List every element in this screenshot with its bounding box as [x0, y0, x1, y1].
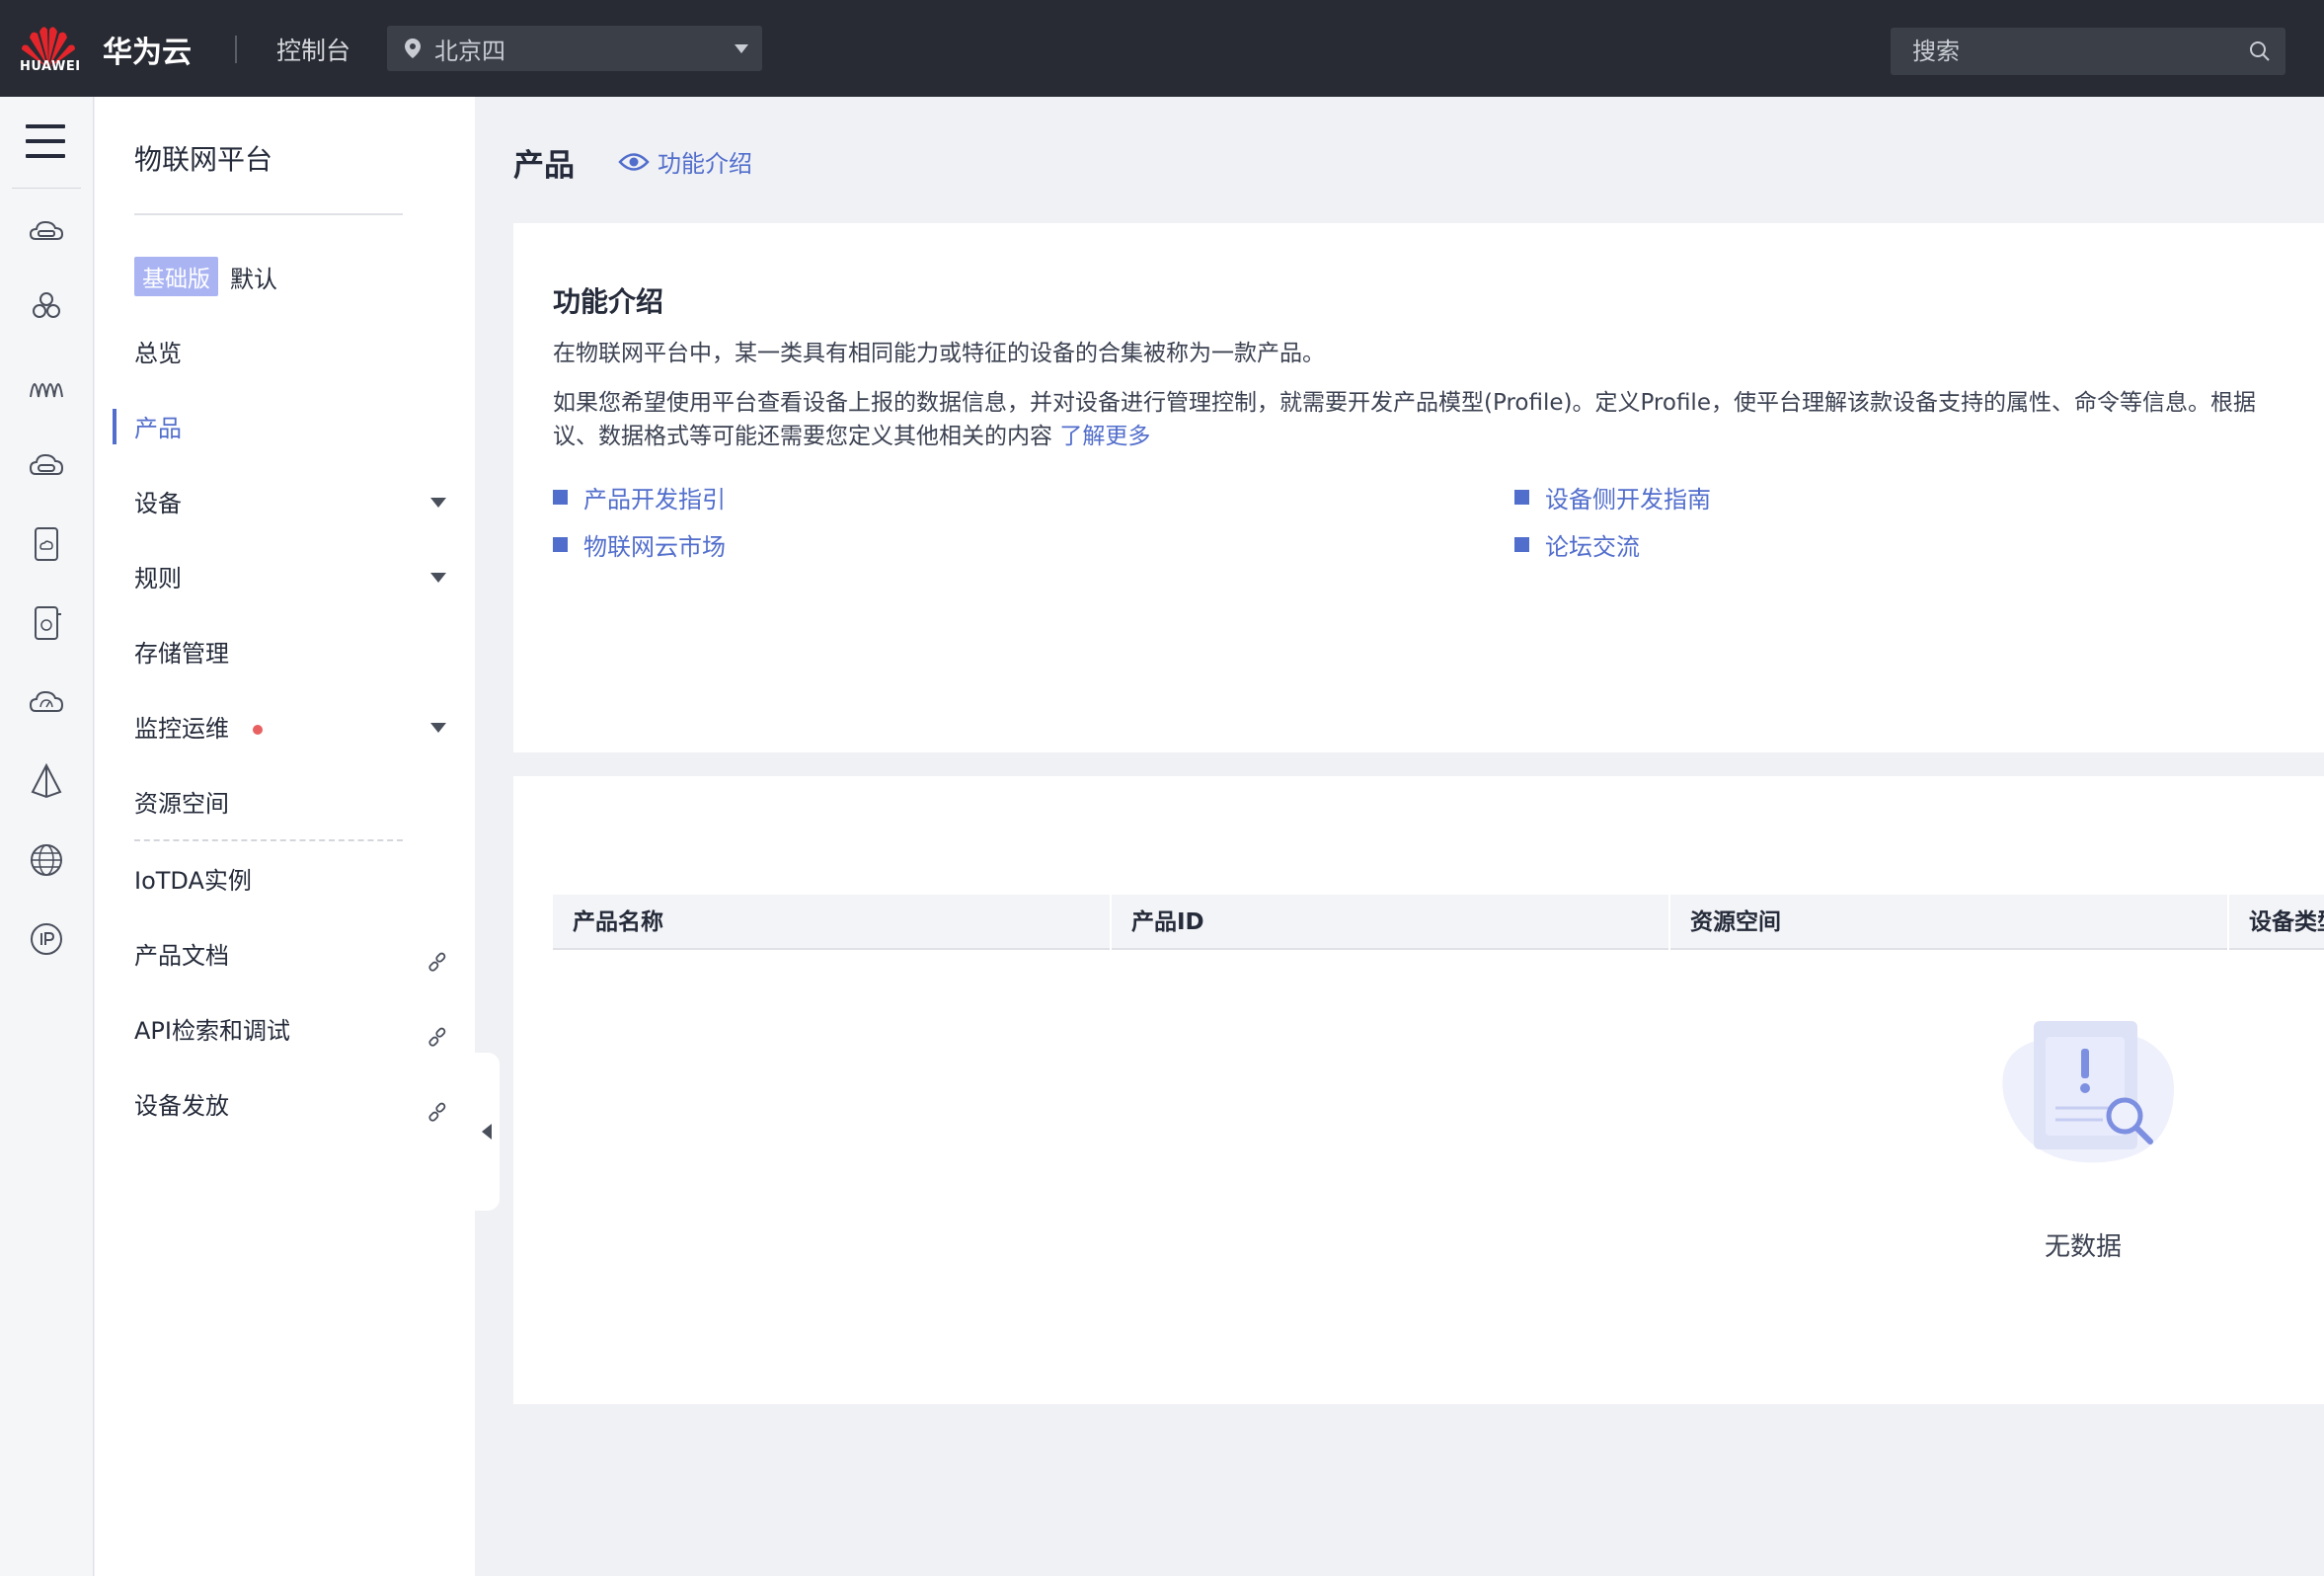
sidebar-title: 物联网平台: [134, 143, 273, 176]
chevron-down-icon[interactable]: [430, 498, 446, 508]
cloud-monitor-icon[interactable]: [28, 683, 65, 721]
sd-card-icon[interactable]: [28, 525, 65, 563]
location-pin-icon: [405, 39, 421, 58]
sidebar-dashed-divider: [134, 839, 403, 841]
forum-link[interactable]: 论坛交流: [1514, 527, 1640, 562]
chevron-down-icon: [735, 44, 748, 53]
sidebar-item-docs[interactable]: 产品文档: [134, 936, 450, 976]
chevron-left-icon: [482, 1124, 492, 1140]
brand-name[interactable]: 华为云: [103, 28, 192, 71]
device-dev-guide-link[interactable]: 设备侧开发指南: [1514, 480, 1711, 514]
column-header-resource-space[interactable]: 资源空间: [1670, 895, 2229, 950]
sidebar-item-devices[interactable]: 设备: [134, 484, 450, 523]
bullet-square-icon: [553, 537, 568, 552]
chevron-down-icon[interactable]: [430, 723, 446, 733]
menu-icon[interactable]: [26, 124, 65, 158]
sidebar-item-products[interactable]: 产品: [134, 409, 450, 448]
service-icon-rail: [0, 97, 94, 1576]
bullet-square-icon: [1514, 537, 1529, 552]
region-select[interactable]: 北京四: [387, 26, 762, 71]
product-dev-guide-label: 产品开发指引: [583, 486, 726, 513]
page-title: 产品: [513, 148, 575, 184]
bullet-square-icon: [1514, 490, 1529, 505]
forum-label: 论坛交流: [1545, 533, 1640, 561]
empty-data-illustration-icon: [2002, 1021, 2174, 1163]
global-search[interactable]: [1891, 28, 2285, 75]
top-divider: [235, 36, 237, 63]
column-header-product-id[interactable]: 产品ID: [1112, 895, 1670, 950]
intro-paragraph-2: 如果您希望使用平台查看设备上报的数据信息，并对设备进行管理控制，就需要开发产品模…: [553, 390, 2256, 416]
sidebar-item-monitoring[interactable]: 监控运维: [134, 709, 450, 749]
sidebar-item-device-provisioning[interactable]: 设备发放: [134, 1086, 450, 1126]
sidebar-divider: [134, 213, 403, 215]
bullet-square-icon: [553, 490, 568, 505]
table-header: 产品名称 产品ID 资源空间 设备类型: [553, 895, 2324, 950]
feature-intro-label: 功能介绍: [658, 150, 752, 178]
rail-divider: [12, 188, 81, 189]
ip-icon[interactable]: [28, 920, 65, 958]
sidebar-item-rules[interactable]: 规则: [134, 559, 450, 598]
sidebar-item-resource-space[interactable]: 资源空间: [134, 784, 450, 824]
console-link[interactable]: 控制台: [276, 32, 350, 67]
intro-paragraph-3-text: 议、数据格式等可能还需要您定义其他相关的内容: [553, 424, 1052, 449]
edition-name: 默认: [230, 265, 277, 293]
column-header-device-type[interactable]: 设备类型: [2229, 895, 2324, 950]
sidebar-item-overview[interactable]: 总览: [134, 334, 450, 373]
iot-marketplace-link[interactable]: 物联网云市场: [553, 527, 726, 562]
intro-paragraph-3: 议、数据格式等可能还需要您定义其他相关的内容 了解更多: [553, 417, 1150, 450]
top-navigation-bar: HUAWEI 华为云 控制台 北京四: [0, 0, 2324, 97]
search-input[interactable]: [1891, 28, 2226, 75]
chevron-down-icon[interactable]: [430, 573, 446, 583]
active-indicator: [113, 409, 116, 444]
iot-marketplace-label: 物联网云市场: [583, 533, 726, 561]
product-list-panel: 产品名称 产品ID 资源空间 设备类型 无数据: [513, 776, 2324, 1404]
sidebar-item-storage[interactable]: 存储管理: [134, 634, 450, 673]
logo-wordmark: HUAWEI: [20, 59, 81, 74]
device-card-icon[interactable]: [28, 604, 65, 642]
external-link-icon[interactable]: [426, 1027, 448, 1049]
feature-intro-toggle[interactable]: 功能介绍: [618, 144, 752, 179]
sidebar-collapse-button[interactable]: [474, 1053, 500, 1211]
device-dev-guide-label: 设备侧开发指南: [1545, 486, 1711, 513]
learn-more-link[interactable]: 了解更多: [1059, 424, 1150, 449]
globe-icon[interactable]: [28, 841, 65, 879]
feature-intro-panel: 功能介绍 在物联网平台中，某一类具有相同能力或特征的设备的合集被称为一款产品。 …: [513, 223, 2324, 752]
external-link-icon[interactable]: [426, 952, 448, 974]
product-sidebar: 物联网平台 基础版 默认 总览 产品 设备 规则 存储管理 监控运维 资源空间 …: [95, 97, 475, 1576]
alert-dot: [253, 725, 263, 735]
column-header-product-name[interactable]: 产品名称: [553, 895, 1112, 950]
cluster-icon[interactable]: [28, 288, 65, 326]
intro-title: 功能介绍: [553, 285, 664, 318]
edition-badge: 基础版: [134, 257, 218, 296]
cloud-server-icon[interactable]: [28, 213, 65, 251]
waves-icon[interactable]: [28, 367, 65, 405]
product-dev-guide-link[interactable]: 产品开发指引: [553, 480, 726, 514]
edition-selector[interactable]: 基础版 默认: [134, 257, 277, 296]
search-icon[interactable]: [2248, 39, 2272, 63]
cloud-device-icon[interactable]: [28, 446, 65, 484]
eye-icon: [618, 152, 650, 171]
external-link-icon[interactable]: [426, 1102, 448, 1124]
sidebar-item-iotda-instance[interactable]: IoTDA实例: [134, 861, 450, 901]
intro-paragraph-1: 在物联网平台中，某一类具有相同能力或特征的设备的合集被称为一款产品。: [553, 341, 1325, 366]
region-value: 北京四: [434, 38, 505, 65]
sidebar-item-api-explorer[interactable]: API检索和调试: [134, 1011, 450, 1051]
prism-icon[interactable]: [28, 762, 65, 800]
empty-data-text: 无数据: [2044, 1232, 2122, 1262]
